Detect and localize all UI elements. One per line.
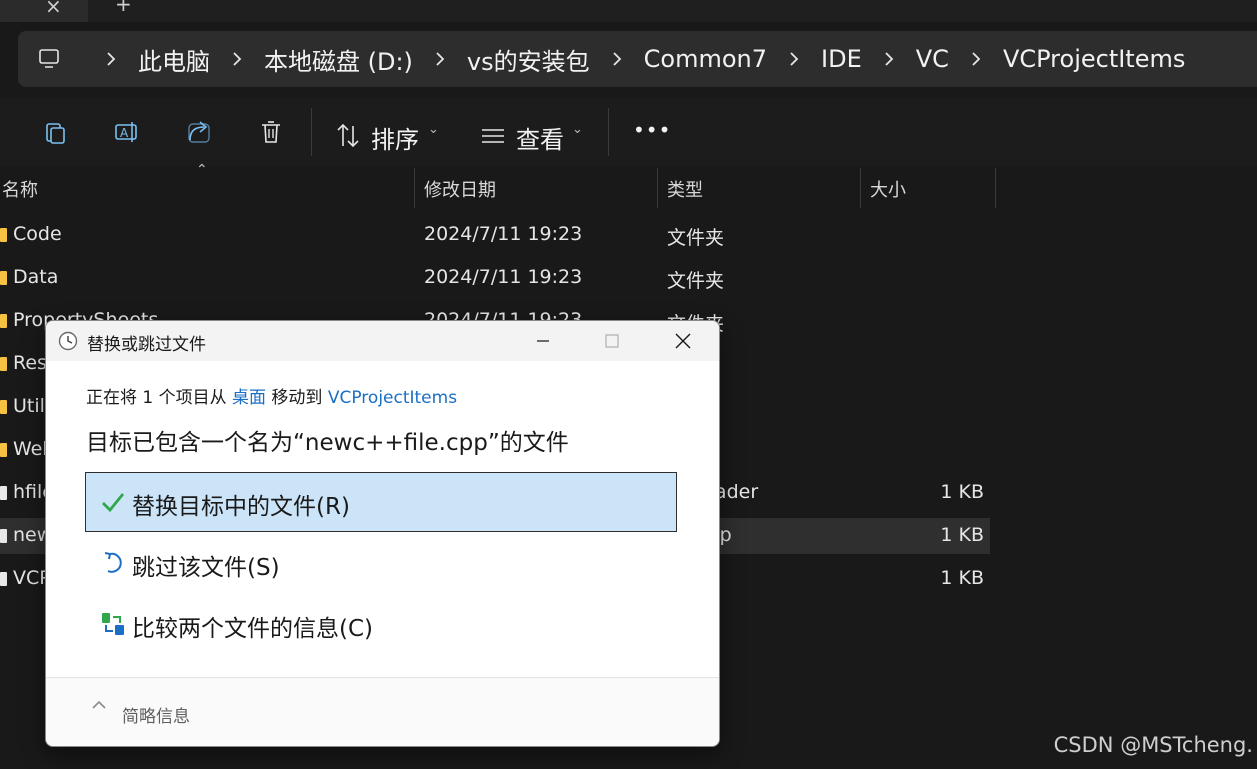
skip-option-button[interactable]: 跳过该文件(S)	[86, 534, 676, 592]
sort-button-label[interactable]: 排序	[371, 120, 419, 155]
column-size[interactable]: 大小	[870, 176, 906, 202]
fewer-details-toggle[interactable]: 简略信息	[122, 702, 190, 727]
breadcrumb-item[interactable]: 本地磁盘 (D:)	[264, 42, 413, 77]
destination-folder-link[interactable]: VCProjectItems	[328, 388, 457, 408]
replace-option-button[interactable]: 替换目标中的文件(R)	[85, 472, 677, 532]
breadcrumb-item[interactable]: vs的安装包	[467, 42, 590, 77]
minimize-icon[interactable]	[520, 321, 566, 361]
compare-files-icon	[102, 613, 124, 635]
breadcrumb: 此电脑 本地磁盘 (D:) vs的安装包 Common7 IDE VC VCPr…	[18, 31, 1185, 87]
move-info-middle: 移动到	[266, 388, 328, 408]
maximize-icon	[605, 334, 619, 348]
move-info-text: 正在将 1 个项目从 桌面 移动到 VCProjectItems	[86, 383, 457, 408]
file-name: Code	[13, 223, 62, 245]
share-icon[interactable]	[186, 118, 214, 146]
tab-strip: × +	[0, 0, 1257, 22]
view-button-label[interactable]: 查看	[516, 120, 564, 155]
file-size: 1 KB	[940, 524, 984, 546]
computer-icon[interactable]	[38, 48, 60, 70]
chevron-right-icon[interactable]	[789, 51, 799, 67]
chevron-up-icon[interactable]	[91, 700, 107, 710]
command-bar: A 排序 ⌄ 查看 ⌄ •••	[0, 98, 1257, 166]
file-date: 2024/7/11 19:23	[424, 266, 583, 288]
breadcrumb-item[interactable]: Common7	[644, 45, 767, 73]
file-size: 1 KB	[940, 481, 984, 503]
column-divider[interactable]	[995, 168, 996, 208]
folder-icon	[0, 271, 7, 285]
sort-icon[interactable]	[334, 122, 362, 150]
chevron-right-icon[interactable]	[435, 51, 445, 67]
chevron-right-icon[interactable]	[612, 51, 622, 67]
active-tab[interactable]: ×	[0, 0, 88, 22]
folder-icon	[0, 357, 7, 371]
chevron-down-icon[interactable]: ⌄	[572, 122, 583, 137]
file-row[interactable]: Data 2024/7/11 19:23 文件夹	[0, 260, 990, 296]
more-options-button[interactable]: •••	[633, 118, 671, 142]
skip-option-label: 跳过该文件(S)	[132, 555, 280, 581]
column-name[interactable]: 名称	[2, 176, 38, 202]
undo-arrow-icon	[104, 552, 122, 573]
rename-icon[interactable]: A	[113, 118, 141, 146]
dialog-titlebar[interactable]: 替换或跳过文件	[46, 321, 719, 361]
new-tab-icon[interactable]: +	[115, 0, 132, 16]
dialog-heading: 目标已包含一个名为“newc++file.cpp”的文件	[86, 430, 569, 456]
folder-icon	[0, 228, 7, 242]
view-icon[interactable]	[479, 122, 507, 150]
move-info-prefix: 正在将 1 个项目从	[86, 388, 233, 408]
svg-text:A: A	[120, 126, 129, 140]
column-date[interactable]: 修改日期	[424, 176, 496, 202]
sort-ascending-icon: ⌃	[196, 162, 208, 178]
close-icon[interactable]	[660, 321, 706, 361]
column-divider[interactable]	[414, 168, 415, 208]
compare-option-label: 比较两个文件的信息(C)	[132, 616, 374, 642]
chevron-right-icon[interactable]	[232, 51, 242, 67]
column-divider[interactable]	[657, 168, 658, 208]
clock-icon	[58, 331, 78, 351]
column-divider[interactable]	[860, 168, 861, 208]
chevron-down-icon[interactable]: ⌄	[428, 122, 439, 137]
toolbar-divider	[608, 108, 609, 156]
close-tab-icon[interactable]: ×	[45, 0, 62, 18]
file-date: 2024/7/11 19:23	[424, 223, 583, 245]
file-type: 文件夹	[667, 227, 725, 249]
file-type: 文件夹	[667, 270, 725, 292]
file-icon	[0, 572, 7, 586]
file-row[interactable]: Code 2024/7/11 19:23 文件夹	[0, 217, 990, 253]
dialog-title: 替换或跳过文件	[87, 335, 206, 355]
checkmark-icon	[102, 493, 125, 513]
chevron-right-icon[interactable]	[884, 51, 894, 67]
replace-option-label: 替换目标中的文件(R)	[132, 494, 350, 520]
toolbar-divider	[311, 108, 312, 156]
breadcrumb-item[interactable]: VCProjectItems	[1003, 45, 1185, 73]
chevron-right-icon[interactable]	[106, 51, 116, 67]
file-name: Data	[13, 266, 59, 288]
dialog-footer: 简略信息	[46, 677, 719, 746]
address-bar[interactable]: 此电脑 本地磁盘 (D:) vs的安装包 Common7 IDE VC VCPr…	[18, 31, 1257, 87]
folder-icon	[0, 314, 7, 328]
breadcrumb-item[interactable]: 此电脑	[138, 42, 210, 77]
watermark: CSDN @MSTcheng.	[1053, 733, 1253, 757]
breadcrumb-item[interactable]: VC	[916, 45, 949, 73]
compare-option-button[interactable]: 比较两个文件的信息(C)	[86, 595, 676, 653]
folder-icon	[0, 443, 7, 457]
paste-icon[interactable]	[41, 118, 69, 146]
header-file-icon	[0, 486, 7, 500]
file-size: 1 KB	[940, 567, 984, 589]
chevron-right-icon[interactable]	[971, 51, 981, 67]
delete-icon[interactable]	[257, 118, 285, 146]
column-header-row: ⌃ 名称 修改日期 类型 大小	[0, 162, 1257, 208]
source-folder-link[interactable]: 桌面	[232, 388, 266, 408]
folder-icon	[0, 400, 7, 414]
column-type[interactable]: 类型	[667, 176, 703, 202]
replace-or-skip-dialog: 替换或跳过文件 正在将 1 个项目从 桌面 移动到 VCProjectItems…	[45, 320, 720, 747]
breadcrumb-item[interactable]: IDE	[821, 45, 862, 73]
cpp-file-icon	[0, 529, 7, 543]
